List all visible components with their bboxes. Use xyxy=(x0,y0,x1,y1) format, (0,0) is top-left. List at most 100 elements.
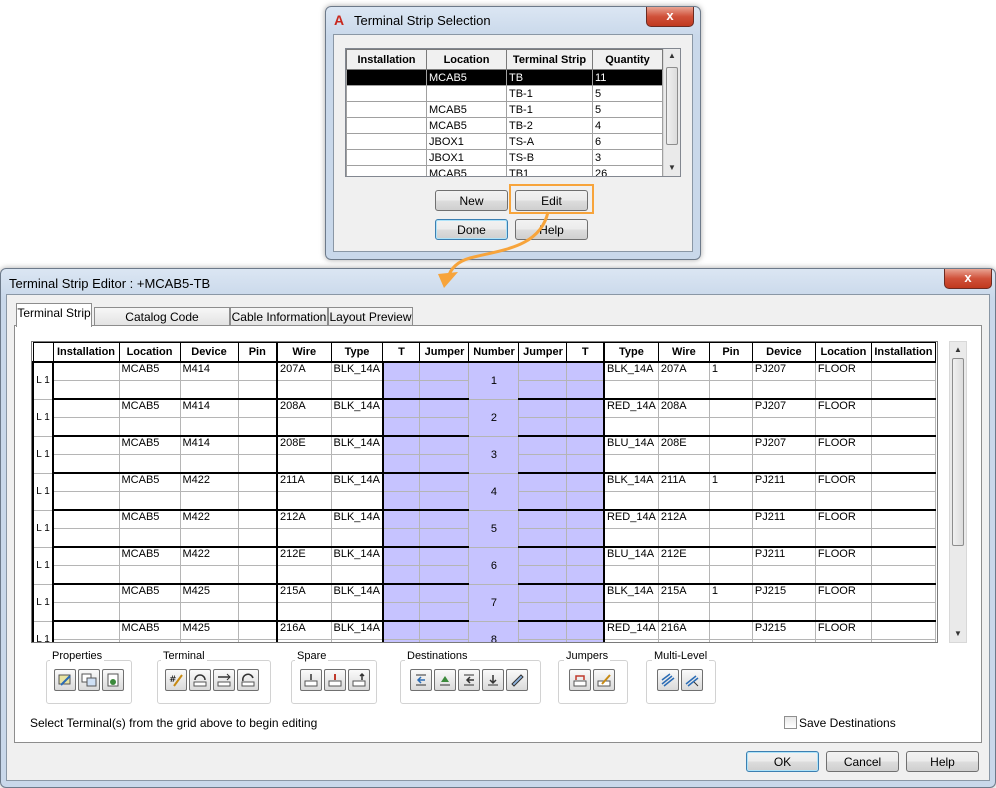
terminal-cell[interactable]: 208E xyxy=(276,435,332,455)
terminal-grid[interactable]: Installation Location Device Pin Wire Type T Ju… xyxy=(31,341,938,643)
terminal-cell[interactable] xyxy=(870,509,936,529)
grid-column-header[interactable]: T xyxy=(566,342,605,363)
terminal-cell[interactable] xyxy=(518,435,568,455)
terminal-cell[interactable] xyxy=(814,528,872,548)
terminal-cell[interactable] xyxy=(657,565,710,585)
terminal-cell[interactable] xyxy=(52,546,120,566)
terminal-cell[interactable] xyxy=(381,546,421,566)
terminal-cell[interactable] xyxy=(419,361,470,381)
terminal-cell[interactable]: PJ211 xyxy=(751,546,816,566)
terminal-cell[interactable] xyxy=(566,620,605,640)
grid-column-header[interactable] xyxy=(32,342,54,363)
terminal-cell[interactable] xyxy=(870,491,936,511)
terminal-cell[interactable] xyxy=(237,491,278,511)
terminal-cell[interactable] xyxy=(381,565,421,585)
terminal-cell[interactable]: BLK_14A xyxy=(330,583,384,603)
terminal-cell[interactable] xyxy=(419,639,470,642)
terminal-cell[interactable] xyxy=(52,454,120,474)
terminal-cell[interactable] xyxy=(602,491,659,511)
terminal-cell[interactable] xyxy=(419,528,470,548)
grid-scroll-thumb[interactable] xyxy=(952,358,964,546)
terminal-cell[interactable] xyxy=(870,472,936,492)
grid-column-header[interactable]: Location xyxy=(118,342,181,363)
terminal-cell[interactable] xyxy=(518,639,568,642)
selection-close-button[interactable]: x xyxy=(646,7,694,27)
terminal-cell[interactable] xyxy=(237,361,278,381)
terminal-cell[interactable] xyxy=(657,602,710,622)
terminal-cell[interactable] xyxy=(237,528,278,548)
terminal-cell[interactable] xyxy=(118,639,181,642)
terminal-cell[interactable]: MCAB5 xyxy=(118,546,181,566)
grid-column-header[interactable]: T xyxy=(382,342,421,363)
terminal-cell[interactable] xyxy=(381,583,421,603)
terminal-cell[interactable]: FLOOR xyxy=(814,509,872,529)
terminal-cell[interactable] xyxy=(751,380,816,400)
terminal-cell[interactable]: M414 xyxy=(179,361,239,381)
terminal-cell[interactable] xyxy=(179,417,239,437)
terminal-cell[interactable] xyxy=(381,602,421,622)
terminal-cell[interactable] xyxy=(602,639,659,642)
terminal-cell[interactable]: 215A xyxy=(657,583,710,603)
terminal-cell[interactable] xyxy=(518,509,568,529)
destination-down-icon[interactable] xyxy=(482,669,504,691)
terminal-cell[interactable]: BLU_14A xyxy=(602,435,659,455)
terminal-cell[interactable]: 212E xyxy=(657,546,710,566)
terminal-cell[interactable] xyxy=(419,417,470,437)
terminal-cell[interactable]: 212A xyxy=(657,509,710,529)
terminal-cell[interactable] xyxy=(708,639,753,642)
terminal-cell[interactable] xyxy=(419,472,470,492)
terminal-cell[interactable] xyxy=(52,361,120,381)
terminal-cell[interactable] xyxy=(330,602,384,622)
terminal-cell[interactable]: M414 xyxy=(179,435,239,455)
strip-row[interactable]: MCAB5 TB-2 4 xyxy=(346,117,663,134)
terminal-cell[interactable] xyxy=(870,583,936,603)
terminal-cell[interactable] xyxy=(237,380,278,400)
terminal-cell[interactable] xyxy=(751,565,816,585)
terminal-cell[interactable] xyxy=(870,528,936,548)
terminal-cell[interactable] xyxy=(330,528,384,548)
terminal-cell[interactable] xyxy=(708,509,753,529)
terminal-cell[interactable]: 211A xyxy=(276,472,332,492)
terminal-cell[interactable] xyxy=(52,565,120,585)
terminal-cell[interactable] xyxy=(518,583,568,603)
terminal-number[interactable]: 7 xyxy=(468,583,520,622)
terminal-cell[interactable] xyxy=(602,417,659,437)
terminal-cell[interactable] xyxy=(118,491,181,511)
terminal-cell[interactable]: BLK_14A xyxy=(330,620,384,640)
terminal-cell[interactable] xyxy=(657,454,710,474)
terminal-cell[interactable] xyxy=(237,602,278,622)
terminal-cell[interactable] xyxy=(814,454,872,474)
terminal-cell[interactable] xyxy=(179,565,239,585)
terminal-cell[interactable] xyxy=(751,602,816,622)
terminal-cell[interactable] xyxy=(419,380,470,400)
terminal-cell[interactable] xyxy=(751,454,816,474)
terminal-number[interactable]: 6 xyxy=(468,546,520,585)
terminal-cell[interactable] xyxy=(518,528,568,548)
terminal-cell[interactable]: M425 xyxy=(179,583,239,603)
terminal-cell[interactable] xyxy=(708,491,753,511)
terminal-cell[interactable]: BLK_14A xyxy=(330,398,384,418)
grid-column-header[interactable]: Installation xyxy=(52,342,120,363)
tab-terminal-strip[interactable]: Terminal Strip xyxy=(16,303,92,327)
terminal-cell[interactable]: BLK_14A xyxy=(602,583,659,603)
terminal-cell[interactable] xyxy=(330,565,384,585)
cancel-button[interactable]: Cancel xyxy=(826,751,899,772)
terminal-cell[interactable] xyxy=(708,565,753,585)
strip-row[interactable]: MCAB5 TB1 26 xyxy=(346,165,663,176)
selection-scrollbar[interactable]: ▲ ▼ xyxy=(663,49,680,176)
terminal-cell[interactable] xyxy=(381,417,421,437)
terminal-cell[interactable]: M422 xyxy=(179,509,239,529)
terminal-cell[interactable] xyxy=(566,602,605,622)
terminal-cell[interactable]: BLK_14A xyxy=(330,435,384,455)
terminal-cell[interactable] xyxy=(419,620,470,640)
terminal-cell[interactable] xyxy=(708,528,753,548)
terminal-cell[interactable] xyxy=(276,528,332,548)
edit-properties-icon[interactable] xyxy=(54,669,76,691)
terminal-cell[interactable] xyxy=(118,565,181,585)
column-location[interactable]: Location xyxy=(426,49,507,70)
terminal-cell[interactable] xyxy=(602,602,659,622)
terminal-cell[interactable] xyxy=(52,509,120,529)
terminal-cell[interactable]: 215A xyxy=(276,583,332,603)
terminal-cell[interactable] xyxy=(381,435,421,455)
terminal-cell[interactable] xyxy=(237,546,278,566)
